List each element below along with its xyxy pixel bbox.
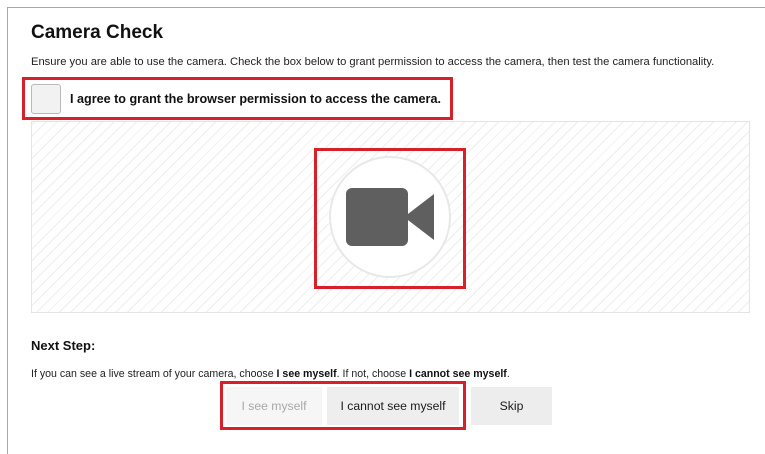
page-title: Camera Check (31, 22, 164, 43)
consent-row[interactable]: I agree to grant the browser permission … (31, 82, 441, 116)
video-camera-icon (346, 188, 434, 246)
next-step-instructions: If you can see a live stream of your cam… (31, 367, 510, 381)
page-description: Ensure you are able to use the camera. C… (31, 56, 715, 68)
camera-placeholder-circle (329, 156, 451, 278)
next-step-title: Next Step: (31, 338, 96, 353)
instruction-emphasis-see: I see myself (276, 368, 337, 380)
instruction-text: . (506, 368, 510, 380)
camera-permission-checkbox[interactable] (31, 84, 61, 114)
instruction-text: If you can see a live stream of your cam… (31, 368, 277, 380)
i-see-myself-button[interactable]: I see myself (226, 387, 322, 425)
camera-preview-area (31, 121, 750, 313)
instruction-emphasis-cannot: I cannot see myself (409, 368, 507, 380)
camera-permission-label[interactable]: I agree to grant the browser permission … (70, 92, 441, 106)
instruction-text: . If not, choose (336, 368, 410, 380)
i-cannot-see-myself-button[interactable]: I cannot see myself (327, 387, 459, 425)
skip-button[interactable]: Skip (471, 387, 552, 425)
